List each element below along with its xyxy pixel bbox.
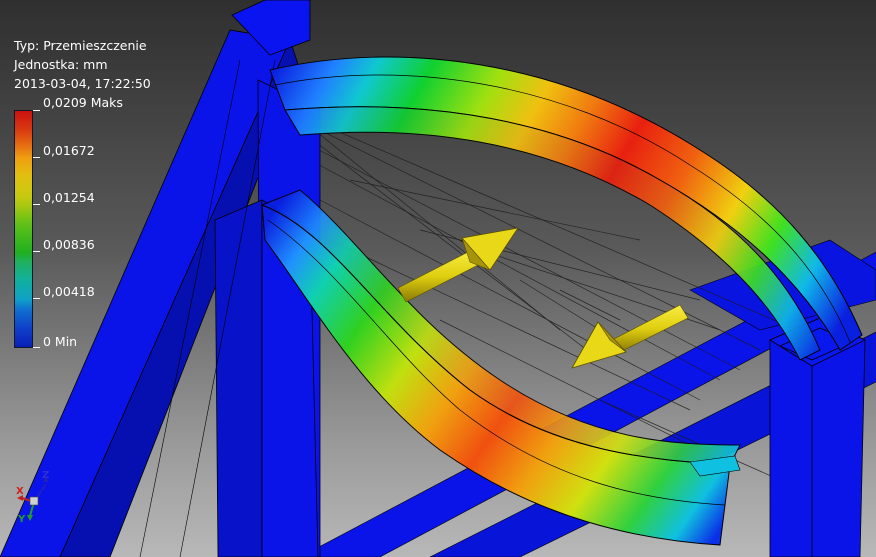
legend-label-value: 0,00836 [43,237,95,252]
legend-tick [33,251,40,252]
orientation-triad-icon[interactable]: Z X Y [12,470,62,530]
legend-label-max: 0,0209 Maks [43,95,123,110]
legend-label-value: 0,00418 [43,284,95,299]
legend-tick [33,347,40,348]
triad-z-label: Z [42,470,50,481]
color-legend-bar [14,110,33,348]
legend-tick [33,110,40,111]
force-arrow-lower [571,304,689,369]
frame-right-post [769,317,866,557]
legend-tick [33,157,40,158]
legend-label-value: 0,01672 [43,143,95,158]
legend-unit-text: Jednostka: mm [14,57,108,72]
legend-header: Typ: Przemieszczenie Jednostka: mm 2013-… [14,36,151,93]
legend-tick [33,204,40,205]
triad-y-label: Y [18,514,26,525]
triad-x-label: X [16,486,24,497]
legend-date-text: 2013-03-04, 17:22:50 [14,76,151,91]
legend-label-value: 0,01254 [43,190,95,205]
legend-label-min: 0 Min [43,334,78,349]
legend-type-text: Typ: Przemieszczenie [14,38,147,53]
legend-tick [33,298,40,299]
